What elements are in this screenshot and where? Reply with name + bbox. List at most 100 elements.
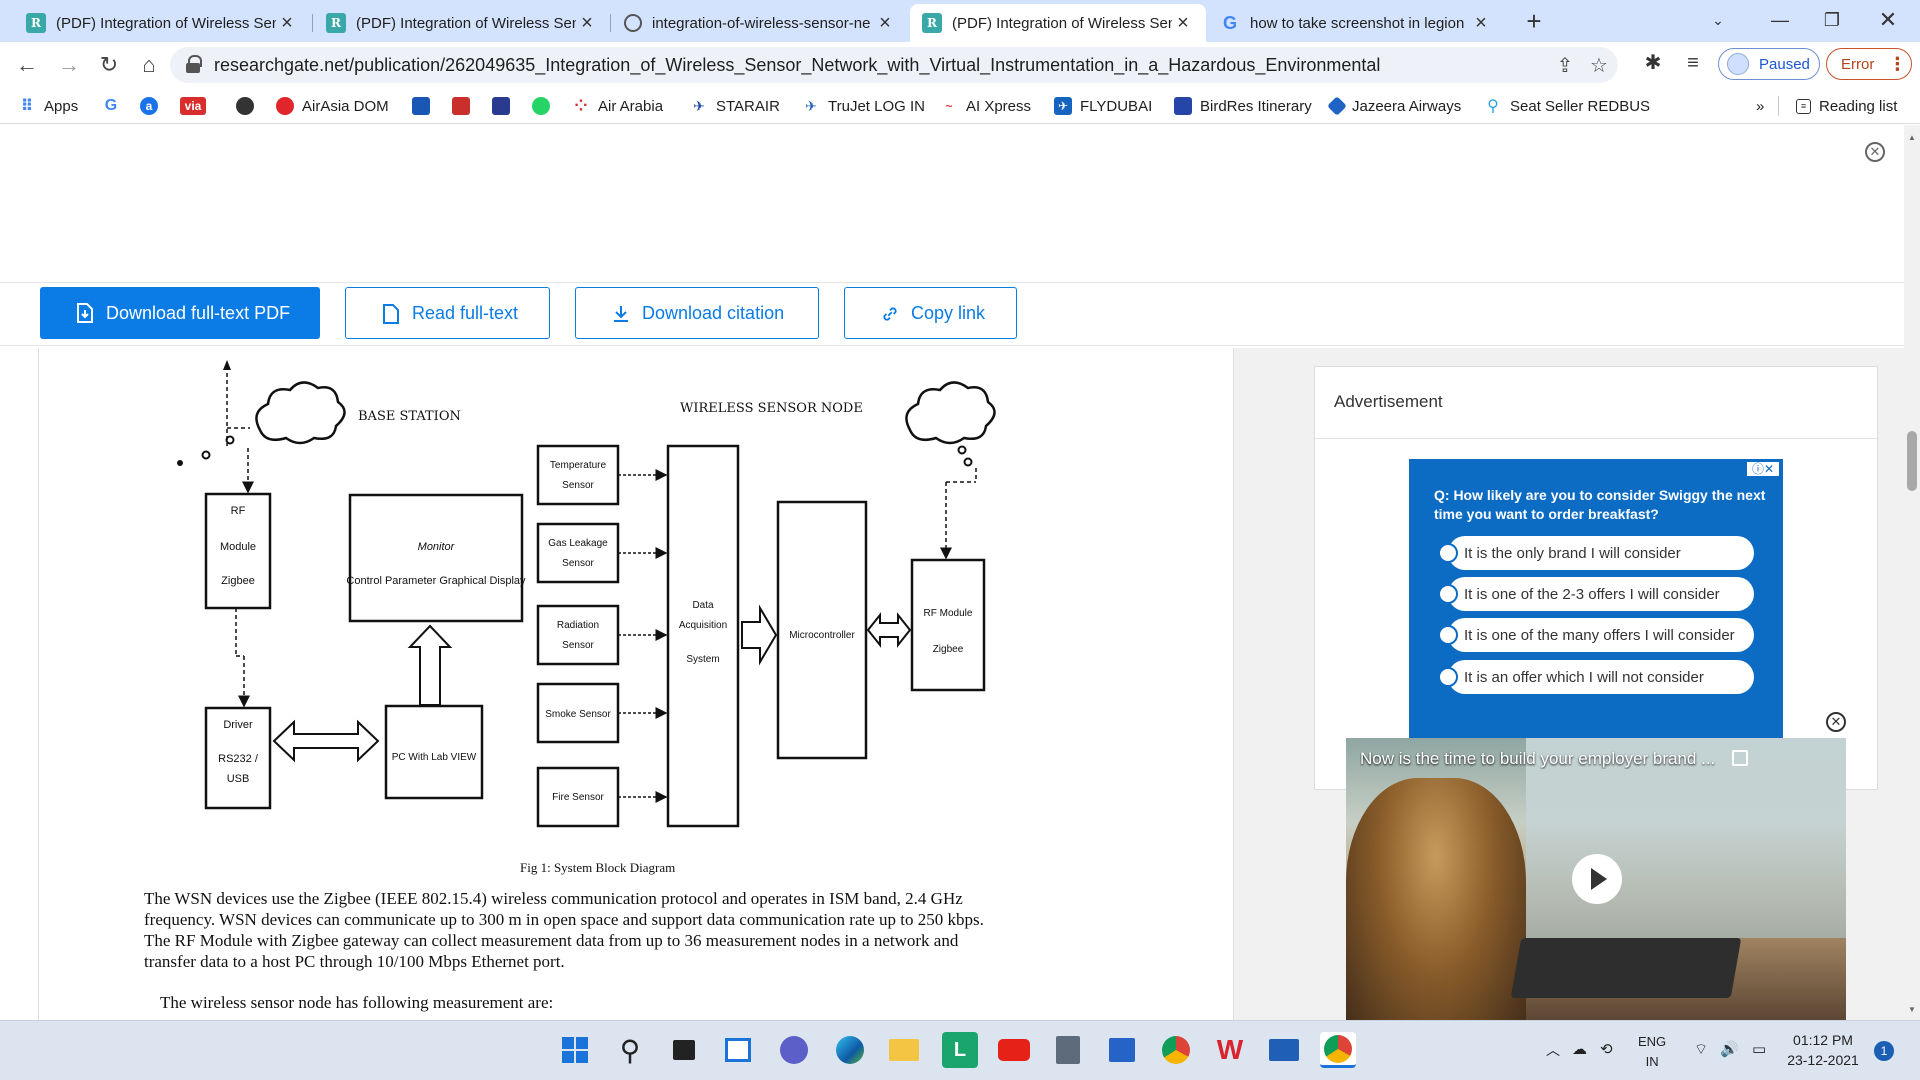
time-label: 01:12 PM [1793, 1032, 1853, 1048]
teams-chat-icon[interactable] [776, 1032, 812, 1068]
survey-option[interactable]: It is the only brand I will consider [1438, 536, 1754, 570]
store-icon[interactable] [1104, 1032, 1140, 1068]
close-icon[interactable]: × [874, 12, 896, 34]
wps-office-icon[interactable]: W [1212, 1032, 1248, 1068]
bookmark-ai-xpress[interactable]: ~ AI Xpress [940, 94, 1031, 118]
close-icon[interactable]: × [576, 12, 598, 34]
bookmark-whatsapp[interactable] [532, 94, 558, 118]
volume-icon[interactable]: 🔊 [1720, 1040, 1739, 1058]
search-icon[interactable]: ⚲ [612, 1032, 648, 1068]
bookmark-search[interactable] [236, 94, 262, 118]
scrollbar-thumb[interactable] [1907, 431, 1917, 491]
profile-error-button[interactable]: Error ⋮ [1826, 48, 1912, 80]
download-citation-label: Download citation [642, 302, 785, 323]
bookmarks-overflow[interactable]: » [1756, 94, 1764, 118]
close-video-icon[interactable]: ✕ [1826, 712, 1846, 732]
minimize-icon[interactable]: — [1750, 0, 1810, 40]
page-scrollbar[interactable]: ▲ ▼ [1904, 125, 1920, 1020]
share-icon[interactable] [1732, 750, 1748, 766]
windows-start-icon[interactable] [557, 1032, 593, 1068]
extensions-icon[interactable]: ✱ [1640, 50, 1666, 76]
download-icon [614, 306, 628, 322]
sensor-fire: Fire Sensor [536, 766, 668, 828]
bookmark-google[interactable]: G [102, 94, 128, 118]
reload-icon[interactable]: ↻ [94, 50, 124, 80]
tab-search-icon[interactable]: ⌄ [1688, 0, 1748, 40]
bookmark-via[interactable]: via [180, 94, 214, 118]
battery-icon[interactable]: ▭ [1752, 1040, 1766, 1058]
task-view-icon[interactable] [666, 1032, 702, 1068]
address-bar[interactable]: researchgate.net/publication/262049635_I… [170, 47, 1618, 83]
close-icon[interactable]: × [276, 12, 298, 34]
bookmark-redbus[interactable]: ⚲ Seat Seller REDBUS [1484, 94, 1650, 118]
calculator-icon[interactable] [1050, 1032, 1086, 1068]
bookmark-starair[interactable]: ✈ STARAIR [690, 94, 780, 118]
tray-overflow-icon[interactable]: ︿ [1546, 1040, 1560, 1060]
widgets-icon[interactable] [720, 1032, 756, 1068]
download-pdf-button[interactable]: Download full-text PDF [40, 287, 320, 339]
scroll-up-icon[interactable]: ▲ [1908, 133, 1916, 142]
close-banner-icon[interactable]: ✕ [1865, 142, 1885, 162]
reading-list-button[interactable]: ≡ Reading list [1796, 94, 1897, 118]
tab-title: (PDF) Integration of Wireless Sen [56, 14, 276, 32]
tab-0[interactable]: R (PDF) Integration of Wireless Sen × [14, 4, 310, 42]
read-fulltext-button[interactable]: Read full-text [345, 287, 550, 339]
bookmark-jazeera[interactable]: Jazeera Airways [1327, 94, 1462, 118]
sync-icon[interactable]: ⟲ [1600, 1040, 1613, 1058]
bookmark-1[interactable] [412, 94, 438, 118]
download-citation-button[interactable]: Download citation [575, 287, 819, 339]
notification-badge[interactable]: 1 [1874, 1041, 1894, 1061]
forward-icon[interactable]: → [54, 50, 84, 80]
onedrive-icon[interactable]: ☁ [1572, 1040, 1587, 1058]
ad-choices-icon[interactable]: ⓘ✕ [1746, 461, 1780, 477]
bookmark-air-arabia[interactable]: ⁘ Air Arabia [572, 94, 663, 118]
close-icon[interactable]: × [1172, 12, 1194, 34]
pc-label: PC With Lab VIEW [392, 752, 477, 763]
option-label: It is the only brand I will consider [1464, 544, 1681, 562]
tab-1[interactable]: R (PDF) Integration of Wireless Sen × [314, 4, 610, 42]
edge-icon[interactable] [832, 1032, 868, 1068]
play-icon[interactable] [1572, 854, 1622, 904]
bookmark-3[interactable] [492, 94, 518, 118]
close-icon[interactable]: × [1470, 12, 1492, 34]
file-explorer-icon[interactable] [886, 1032, 922, 1068]
survey-option[interactable]: It is an offer which I will not consider [1438, 660, 1754, 694]
media-control-icon[interactable]: ≡ [1680, 50, 1706, 76]
youtube-icon[interactable] [996, 1032, 1032, 1068]
bookmark-amazon[interactable]: a [140, 94, 166, 118]
bookmark-label: Jazeera Airways [1352, 97, 1462, 115]
profile-paused-button[interactable]: Paused [1718, 48, 1820, 80]
survey-option[interactable]: It is one of the 2-3 offers I will consi… [1438, 577, 1754, 611]
bookmark-airasia[interactable]: AirAsia DOM [276, 94, 389, 118]
tab-2[interactable]: integration-of-wireless-sensor-ne × [612, 4, 908, 42]
bookmark-trujet[interactable]: ✈ TruJet LOG IN [802, 94, 925, 118]
clock[interactable]: 01:12 PM 23-12-2021 [1780, 1030, 1866, 1070]
option-label: It is one of the many offers I will cons… [1464, 626, 1735, 644]
apps-grid-icon: ⠿ [20, 98, 34, 115]
bookmark-flydubai[interactable]: ✈ FLYDUBAI [1054, 94, 1152, 118]
copy-link-button[interactable]: Copy link [844, 287, 1017, 339]
sensor-gas-leakage: Gas Leakage Sensor [536, 522, 668, 584]
scroll-down-icon[interactable]: ▼ [1908, 1005, 1916, 1014]
bookmark-label: Air Arabia [598, 97, 664, 115]
mail-icon[interactable] [1266, 1032, 1302, 1068]
tab-4[interactable]: G how to take screenshot in legion × [1208, 4, 1504, 42]
app-l-icon[interactable]: L [942, 1032, 978, 1068]
bookmark-2[interactable] [452, 94, 478, 118]
survey-option[interactable]: It is one of the many offers I will cons… [1438, 618, 1754, 652]
bookmark-apps[interactable]: ⠿ Apps [18, 94, 78, 118]
close-window-icon[interactable]: ✕ [1858, 0, 1918, 40]
language-indicator[interactable]: ENG IN [1638, 1032, 1666, 1072]
bookmark-star-icon[interactable]: ☆ [1586, 53, 1612, 79]
arrow-daq-microcontroller [741, 604, 778, 666]
share-icon[interactable]: ⇪ [1552, 53, 1578, 79]
tab-3-active[interactable]: R (PDF) Integration of Wireless Sen × [910, 4, 1206, 42]
home-icon[interactable]: ⌂ [134, 50, 164, 80]
chrome-active-icon[interactable] [1320, 1032, 1356, 1068]
restore-icon[interactable]: ❐ [1802, 0, 1862, 40]
wifi-icon[interactable]: ⌔ [1694, 1040, 1708, 1059]
new-tab-button[interactable]: + [1518, 6, 1550, 38]
bookmark-birdres[interactable]: BirdRes Itinerary [1174, 94, 1312, 118]
back-icon[interactable]: ← [12, 50, 42, 80]
chrome-icon[interactable] [1158, 1032, 1194, 1068]
